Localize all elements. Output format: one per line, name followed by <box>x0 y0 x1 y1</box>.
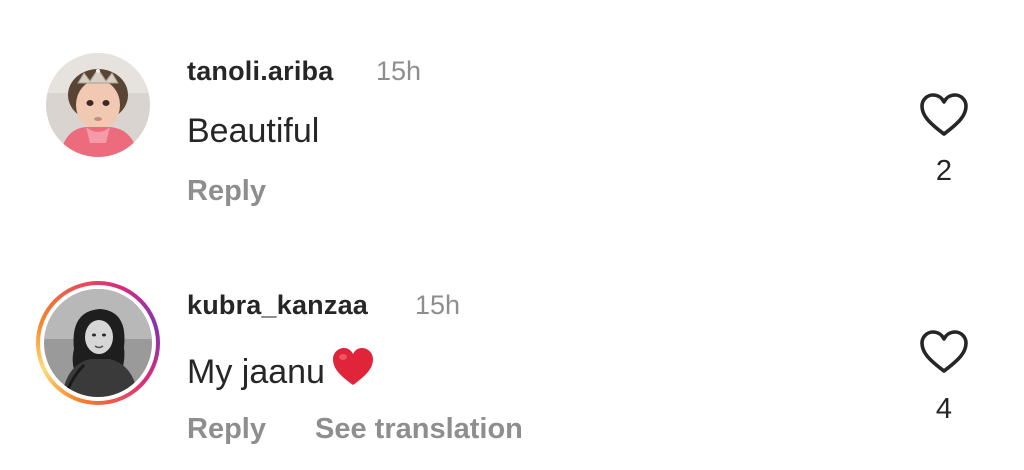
username[interactable]: tanoli.ariba <box>187 56 333 87</box>
comment-text: Beautiful <box>187 112 320 150</box>
avatar[interactable] <box>46 53 150 157</box>
woman-bw-portrait-avatar-icon <box>44 289 152 397</box>
see-translation-button[interactable]: See translation <box>315 413 523 446</box>
comments-list: tanoli.ariba 15h Beautiful Reply 2 kubra… <box>0 0 1024 470</box>
heart-outline-icon <box>920 93 968 136</box>
heart-outline-icon <box>920 330 968 373</box>
like-count: 2 <box>935 155 953 187</box>
comment-item: kubra_kanzaa 15h My jaanu Reply See tran… <box>0 235 1024 470</box>
avatar[interactable] <box>44 289 152 397</box>
like-count: 4 <box>935 393 953 425</box>
like-button[interactable] <box>918 329 970 375</box>
comment-text-content: My jaanu <box>187 353 325 391</box>
child-with-tiara-avatar-icon <box>46 53 150 157</box>
reply-button[interactable]: Reply <box>187 175 266 208</box>
comment-time: 15h <box>415 290 461 320</box>
comment-item: tanoli.ariba 15h Beautiful Reply 2 <box>0 0 1024 235</box>
comment-time: 15h <box>376 56 422 86</box>
username[interactable]: kubra_kanzaa <box>187 290 368 321</box>
comment-text: My jaanu <box>187 347 375 396</box>
red-heart-icon <box>331 347 375 396</box>
like-button[interactable] <box>918 92 970 138</box>
reply-button[interactable]: Reply <box>187 413 266 446</box>
